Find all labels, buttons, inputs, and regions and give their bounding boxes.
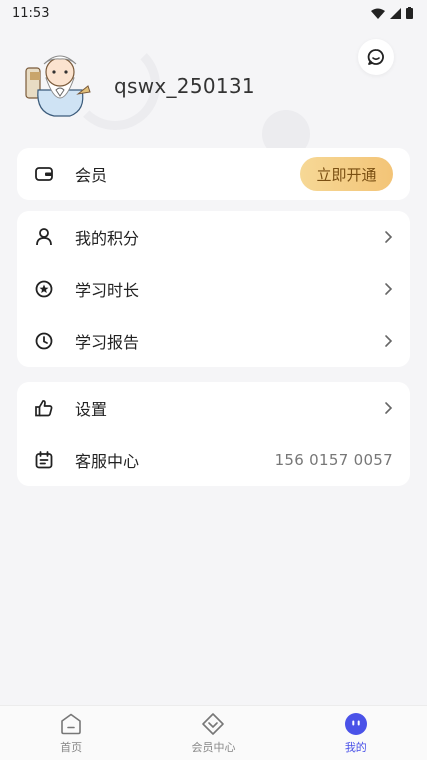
message-icon [367, 49, 384, 65]
home-icon [61, 713, 81, 734]
menu-item-label: 学习报告 [75, 333, 140, 352]
clock-icon [35, 332, 53, 350]
status-bar: 11:53 [0, 0, 427, 26]
signal-icon [390, 7, 401, 19]
vip-label: 会员 [75, 166, 108, 185]
battery-icon [406, 7, 413, 19]
menu-item-label: 设置 [75, 400, 108, 419]
bottom-tab-bar: 首页 会员中心 我的 [0, 705, 427, 760]
face-icon [344, 712, 367, 735]
vip-activate-button[interactable]: 立即开通 [300, 157, 393, 191]
avatar[interactable] [24, 50, 96, 122]
person-icon [35, 228, 53, 246]
message-button[interactable] [358, 39, 394, 75]
chevron-right-icon [385, 402, 393, 414]
menu-group-settings: 设置 客服中心 156 0157 0057 [17, 382, 410, 486]
thumbs-up-icon [35, 399, 53, 417]
status-time: 11:53 [12, 5, 50, 21]
tab-label: 会员中心 [191, 740, 236, 754]
menu-item-study-report[interactable]: 学习报告 [17, 315, 410, 367]
tab-vip-center[interactable]: 会员中心 [163, 712, 263, 755]
service-phone-number[interactable]: 156 0157 0057 [275, 451, 393, 469]
diamond-icon [202, 712, 225, 735]
vip-card: 会员 立即开通 [17, 148, 410, 200]
chevron-right-icon [385, 231, 393, 243]
chevron-right-icon [385, 283, 393, 295]
menu-item-study-time[interactable]: 学习时长 [17, 263, 410, 315]
tab-home[interactable]: 首页 [21, 712, 121, 755]
tab-label: 首页 [60, 740, 83, 754]
status-icons [371, 7, 413, 19]
tab-label: 我的 [344, 740, 367, 754]
menu-group-learning: 我的积分 学习时长 学习报告 [17, 211, 410, 367]
chevron-right-icon [385, 335, 393, 347]
menu-item-customer-service[interactable]: 客服中心 156 0157 0057 [17, 434, 410, 486]
profile-header: qswx_250131 [24, 50, 255, 122]
tab-mine[interactable]: 我的 [306, 712, 406, 755]
menu-item-points[interactable]: 我的积分 [17, 211, 410, 263]
menu-item-label: 客服中心 [75, 452, 140, 471]
calendar-icon [35, 451, 53, 469]
menu-item-settings[interactable]: 设置 [17, 382, 410, 434]
menu-item-label: 学习时长 [75, 281, 140, 300]
username: qswx_250131 [114, 74, 255, 98]
vip-row[interactable]: 会员 立即开通 [17, 148, 410, 200]
menu-item-label: 我的积分 [75, 229, 140, 248]
wallet-icon [35, 165, 53, 183]
star-badge-icon [35, 280, 53, 298]
wifi-icon [371, 8, 385, 19]
